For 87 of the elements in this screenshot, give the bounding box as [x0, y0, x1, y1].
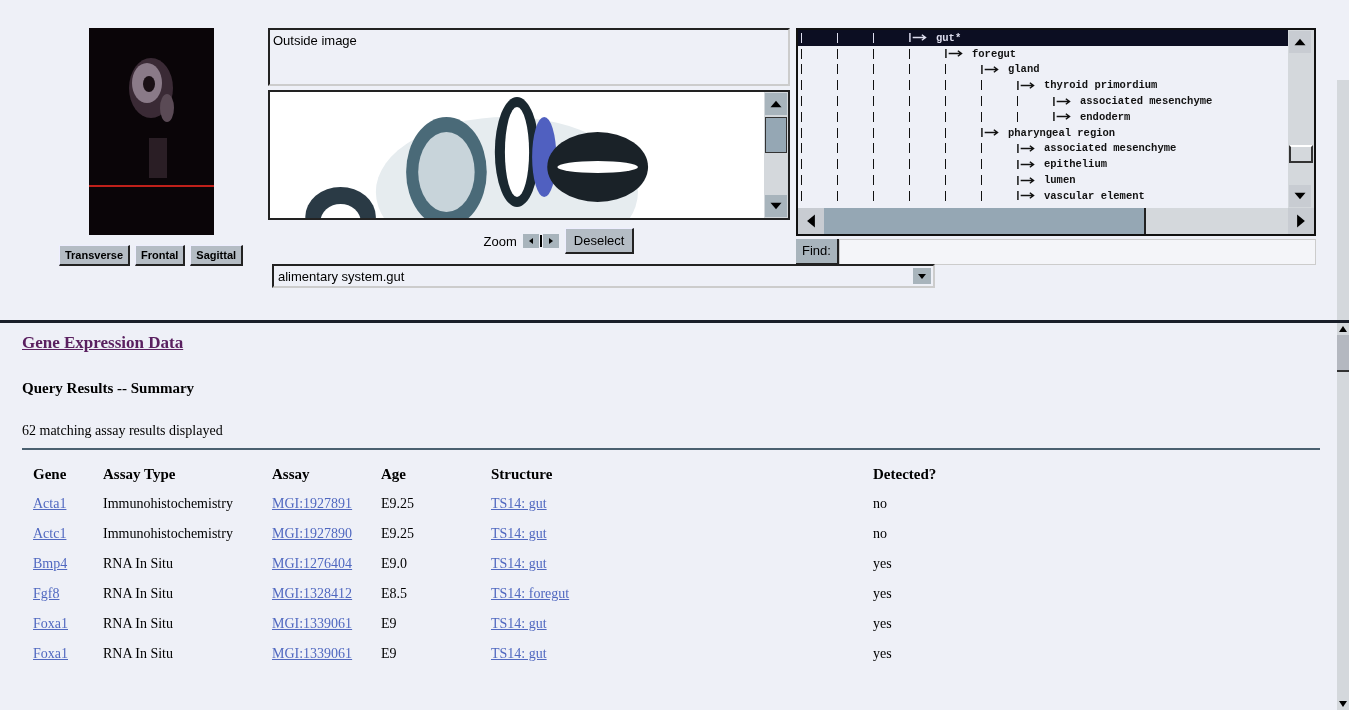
table-cell-text: RNA In Situ — [102, 615, 174, 633]
table-cell-text: RNA In Situ — [102, 555, 174, 573]
tree-row[interactable]: endoderm — [798, 109, 1288, 125]
tree-item[interactable]: gut* — [936, 31, 962, 44]
tree-item[interactable]: pharyngeal region — [1008, 126, 1116, 139]
table-link[interactable]: MGI:1339061 — [272, 646, 353, 661]
scroll-up-icon[interactable] — [765, 93, 787, 115]
info-box: Outside image — [268, 28, 790, 86]
tree-item[interactable]: lumen — [1044, 174, 1076, 187]
scroll-thumb[interactable] — [1337, 335, 1349, 372]
table-cell-text: Immunohistochemistry — [102, 525, 234, 543]
table-cell-text: E9 — [380, 645, 398, 663]
table-cell-text: RNA In Situ — [102, 585, 174, 603]
table-cell-text: Immunohistochemistry — [102, 495, 234, 513]
tree-item[interactable]: foregut — [972, 47, 1017, 60]
tree-row[interactable]: gut* — [798, 30, 1288, 46]
table-cell-text: yes — [872, 615, 893, 633]
table-link[interactable]: TS14: gut — [491, 556, 547, 571]
table-link[interactable]: Actc1 — [33, 526, 67, 541]
tree-item[interactable]: associated mesenchyme — [1044, 142, 1177, 155]
table-link[interactable]: MGI:1339061 — [272, 616, 353, 631]
table-link[interactable]: MGI:1927890 — [272, 526, 353, 541]
find-label: Find: — [796, 239, 839, 265]
table-link[interactable]: MGI:1276404 — [272, 556, 353, 571]
table-cell-text: E9 — [380, 615, 398, 633]
scroll-down-icon[interactable] — [765, 195, 787, 217]
tree-item[interactable]: epithelium — [1044, 158, 1107, 171]
table-link[interactable]: Acta1 — [33, 496, 67, 511]
column-header: Gene — [32, 465, 68, 484]
tree-item[interactable]: vascular element — [1044, 189, 1145, 202]
table-cell-text: E9.25 — [380, 525, 416, 543]
tree-row[interactable]: associated mesenchyme — [798, 93, 1288, 109]
tree-row[interactable]: lumen — [798, 172, 1288, 188]
structure-dropdown[interactable]: alimentary system.gut — [272, 264, 935, 288]
table-link[interactable]: TS14: gut — [491, 616, 547, 631]
tree-row[interactable]: vascular element — [798, 187, 1288, 204]
view-button[interactable]: Sagittal — [190, 245, 244, 266]
table-link[interactable]: Fgf8 — [33, 586, 60, 601]
tree-row[interactable]: pharyngeal region — [798, 124, 1288, 141]
tree-row[interactable]: associated mesenchyme — [798, 140, 1288, 157]
tree-item[interactable]: gland — [1008, 63, 1040, 76]
column-header: Structure — [490, 465, 554, 484]
table-link[interactable]: TS14: foregut — [491, 586, 570, 601]
tree-row[interactable]: gland — [798, 61, 1288, 78]
table-cell-text: yes — [872, 585, 893, 603]
tree-row[interactable]: thyroid primordium — [798, 77, 1288, 94]
tree-row[interactable]: epithelium — [798, 156, 1288, 173]
table-cell-text: no — [872, 525, 888, 543]
table-cell-text: yes — [872, 645, 893, 663]
table-cell-text: yes — [872, 555, 893, 573]
table-cell-text: no — [872, 495, 888, 513]
table-cell-text: E9.25 — [380, 495, 416, 513]
find-field[interactable] — [838, 239, 1316, 265]
column-header: Assay Type — [102, 465, 177, 484]
zoom-label: Zoom — [483, 233, 517, 249]
scroll-left-icon[interactable] — [798, 208, 824, 234]
scroll-right-icon[interactable] — [1288, 208, 1314, 234]
tree-item[interactable]: thyroid primordium — [1044, 79, 1158, 92]
table-link[interactable]: TS14: gut — [491, 646, 547, 661]
table-cell-text: E8.5 — [380, 585, 409, 603]
table-link[interactable]: Foxa1 — [33, 646, 68, 661]
table-link[interactable]: Bmp4 — [33, 556, 68, 571]
scroll-thumb[interactable] — [824, 208, 1146, 234]
table-link[interactable]: MGI:1927891 — [272, 496, 353, 511]
zoom-stepper-icon[interactable] — [522, 234, 559, 248]
scrollbar-track[interactable] — [1337, 80, 1349, 320]
table-link[interactable]: TS14: gut — [491, 526, 547, 541]
column-header: Age — [380, 465, 407, 484]
section-heading: Query Results -- Summary — [22, 380, 196, 397]
section-link[interactable]: Gene Expression Data — [22, 333, 184, 352]
table-cell-text: RNA In Situ — [102, 645, 174, 663]
scroll-thumb[interactable] — [765, 117, 787, 153]
tree-row[interactable]: foregut — [798, 45, 1288, 62]
view-button[interactable]: Transverse — [58, 245, 131, 266]
tree-item[interactable]: endoderm — [1080, 110, 1131, 123]
table-link[interactable]: MGI:1328412 — [272, 586, 353, 601]
tree-item[interactable]: associated mesenchyme — [1080, 95, 1213, 108]
table-link[interactable]: TS14: gut — [491, 496, 547, 511]
deselect-button[interactable]: Deselect — [564, 228, 635, 254]
view-button[interactable]: Frontal — [135, 245, 186, 266]
table-link[interactable]: Foxa1 — [33, 616, 68, 631]
column-header: Detected? — [872, 465, 937, 484]
column-header: Assay — [271, 465, 311, 484]
table-cell-text: E9.0 — [380, 555, 409, 573]
scroll-up-icon[interactable] — [1289, 31, 1311, 53]
results-count: 62 matching assay results displayed — [22, 423, 224, 439]
scroll-down-icon[interactable] — [1289, 185, 1311, 207]
